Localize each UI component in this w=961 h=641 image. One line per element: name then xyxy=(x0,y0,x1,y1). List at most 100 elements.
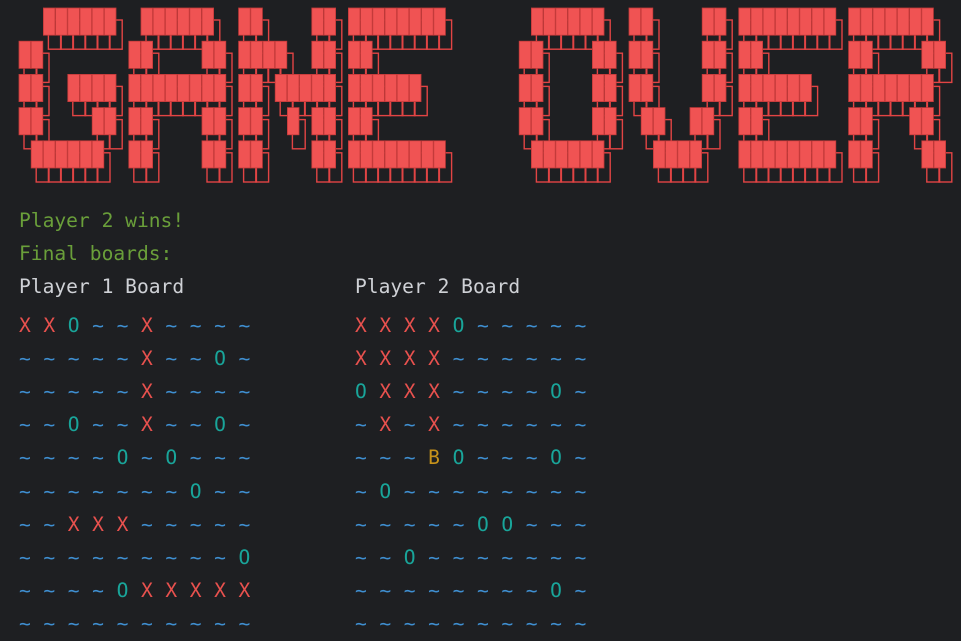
board-row: ~ ~ ~ ~ ~ ~ ~ ~ ~ O xyxy=(19,541,263,574)
banner-letter-e xyxy=(347,7,453,183)
board-row: ~ ~ ~ ~ ~ ~ ~ O ~ ~ xyxy=(19,475,263,508)
water-cell: ~ xyxy=(452,413,465,437)
water-cell: ~ xyxy=(550,479,562,503)
water-cell: ~ xyxy=(165,612,178,636)
water-cell: ~ xyxy=(476,612,489,636)
water-cell: ~ xyxy=(19,545,31,569)
water-cell: ~ xyxy=(189,545,202,569)
hit-cell: X xyxy=(214,579,226,603)
water-cell: ~ xyxy=(501,379,514,403)
water-cell: ~ xyxy=(525,313,538,337)
hit-cell: X xyxy=(238,579,251,603)
hit-cell: X xyxy=(428,413,440,437)
banner-letter-v xyxy=(628,7,733,183)
water-cell: ~ xyxy=(501,413,514,437)
water-cell: ~ xyxy=(238,512,251,536)
water-cell: ~ xyxy=(403,413,416,437)
player-1-board-title: Player 1 Board xyxy=(19,275,185,298)
board-row: ~ ~ ~ ~ ~ ~ ~ ~ ~ ~ xyxy=(355,608,599,641)
hit-cell: X xyxy=(19,313,31,337)
water-cell: ~ xyxy=(525,579,538,603)
hit-cell: X xyxy=(379,413,392,437)
hit-cell: X xyxy=(116,512,129,536)
water-cell: ~ xyxy=(67,346,80,370)
miss-cell: O xyxy=(550,446,562,470)
water-cell: ~ xyxy=(501,313,514,337)
hit-cell: X xyxy=(428,346,440,370)
water-cell: ~ xyxy=(67,479,80,503)
water-cell: ~ xyxy=(165,313,178,337)
water-cell: ~ xyxy=(428,579,440,603)
water-cell: ~ xyxy=(476,413,489,437)
water-cell: ~ xyxy=(525,346,538,370)
water-cell: ~ xyxy=(67,446,80,470)
hit-cell: X xyxy=(403,379,416,403)
water-cell: ~ xyxy=(476,379,489,403)
water-cell: ~ xyxy=(43,446,56,470)
hit-cell: X xyxy=(43,313,56,337)
hit-cell: X xyxy=(403,313,416,337)
final-boards-label: Final boards: xyxy=(19,242,173,265)
water-cell: ~ xyxy=(428,545,440,569)
water-cell: ~ xyxy=(189,413,202,437)
banner-letter-r xyxy=(848,7,953,183)
water-cell: ~ xyxy=(452,612,465,636)
winner-message: Player 2 wins! xyxy=(19,209,185,232)
water-cell: ~ xyxy=(550,545,562,569)
water-cell: ~ xyxy=(92,379,104,403)
board-row: X X O ~ ~ X ~ ~ ~ ~ xyxy=(19,309,263,342)
water-cell: ~ xyxy=(140,446,153,470)
hit-cell: X xyxy=(140,379,153,403)
water-cell: ~ xyxy=(355,612,367,636)
water-cell: ~ xyxy=(476,545,489,569)
water-cell: ~ xyxy=(19,346,31,370)
water-cell: ~ xyxy=(238,446,251,470)
miss-cell: O xyxy=(550,379,562,403)
water-cell: ~ xyxy=(403,612,416,636)
water-cell: ~ xyxy=(214,612,226,636)
water-cell: ~ xyxy=(140,479,153,503)
miss-cell: O xyxy=(189,479,202,503)
water-cell: ~ xyxy=(92,545,104,569)
water-cell: ~ xyxy=(476,346,489,370)
water-cell: ~ xyxy=(165,346,178,370)
water-cell: ~ xyxy=(238,379,251,403)
water-cell: ~ xyxy=(574,446,587,470)
water-cell: ~ xyxy=(574,413,587,437)
water-cell: ~ xyxy=(452,479,465,503)
water-cell: ~ xyxy=(403,512,416,536)
miss-cell: O xyxy=(476,512,489,536)
player-2-board-title: Player 2 Board xyxy=(355,275,521,298)
water-cell: ~ xyxy=(116,545,129,569)
water-cell: ~ xyxy=(501,545,514,569)
water-cell: ~ xyxy=(67,379,80,403)
water-cell: ~ xyxy=(189,612,202,636)
water-cell: ~ xyxy=(574,512,587,536)
miss-cell: O xyxy=(116,446,129,470)
water-cell: ~ xyxy=(67,579,80,603)
water-cell: ~ xyxy=(501,612,514,636)
water-cell: ~ xyxy=(525,413,538,437)
water-cell: ~ xyxy=(355,413,367,437)
water-cell: ~ xyxy=(501,346,514,370)
water-cell: ~ xyxy=(67,545,80,569)
board-row: ~ ~ ~ ~ ~ X ~ ~ O ~ xyxy=(19,342,263,375)
water-cell: ~ xyxy=(403,479,416,503)
hit-cell: X xyxy=(428,313,440,337)
water-cell: ~ xyxy=(525,479,538,503)
water-cell: ~ xyxy=(452,379,465,403)
water-cell: ~ xyxy=(550,413,562,437)
water-cell: ~ xyxy=(238,313,251,337)
water-cell: ~ xyxy=(43,512,56,536)
water-cell: ~ xyxy=(550,346,562,370)
miss-cell: O xyxy=(452,313,465,337)
hit-cell: X xyxy=(67,512,80,536)
water-cell: ~ xyxy=(116,379,129,403)
water-cell: ~ xyxy=(476,313,489,337)
water-cell: ~ xyxy=(379,579,392,603)
banner-letter-a xyxy=(128,7,233,183)
water-cell: ~ xyxy=(67,612,80,636)
water-cell: ~ xyxy=(214,512,226,536)
water-cell: ~ xyxy=(165,479,178,503)
player-1-board: X X O ~ ~ X ~ ~ ~ ~ ~ ~ ~ ~ ~ X ~ ~ O ~ ~ ~ ~ ~ ~ X ~ ~ ~ ~ ~ ~ O ~ ~ X ~ ~ O ~… xyxy=(19,309,263,641)
